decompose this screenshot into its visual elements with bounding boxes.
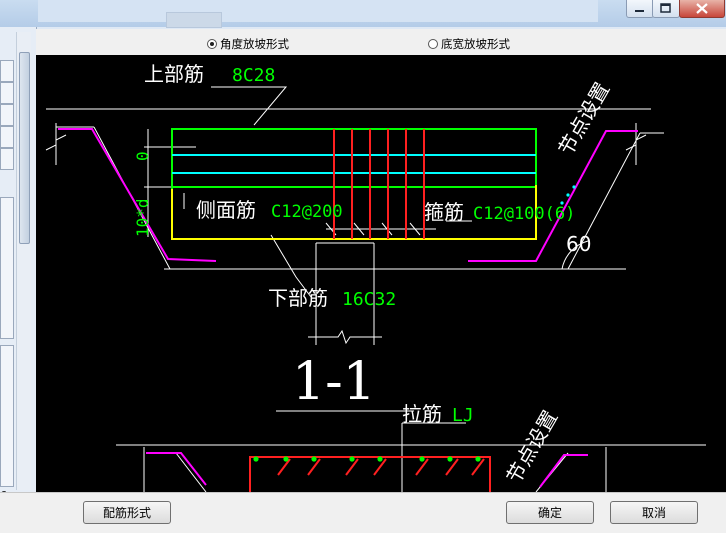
ten-d-label: 10*d: [133, 198, 152, 237]
close-icon: [696, 3, 708, 14]
radio-unselected-icon: [428, 39, 438, 49]
drawing-svg: 上部筋 8C28 节点设置 0 10*d 侧面筋 C12@200 箍筋 C12@…: [45, 62, 706, 492]
top-rebar-leader: [211, 86, 288, 126]
top-rebar-label: 上部筋: [144, 62, 204, 86]
minimize-button[interactable]: [626, 0, 654, 18]
left-panel-cell[interactable]: [0, 82, 14, 104]
lower-right-cover-line: [539, 454, 588, 488]
width-mode-radio[interactable]: 底宽放坡形式: [428, 36, 510, 52]
angle-mode-label: 角度放坡形式: [220, 37, 289, 51]
maximize-button[interactable]: [652, 0, 680, 18]
tie-label: 拉筋: [402, 402, 442, 426]
side-rebar-value: C12@200: [271, 202, 343, 222]
right-cover-line: [468, 130, 638, 262]
left-panel-cell[interactable]: [0, 60, 14, 82]
lower-left-slope: [175, 452, 207, 492]
angle-label: 60: [566, 232, 591, 256]
stirrup-label: 箍筋: [424, 200, 464, 224]
node-setting-label-2: 节点设置: [502, 406, 563, 487]
stirrups: [333, 129, 425, 239]
lower-stirrup-frame: [249, 456, 491, 492]
cover-zero-label: 0: [133, 151, 152, 161]
node-setting-label: 节点设置: [554, 78, 615, 159]
cancel-button[interactable]: 取消: [610, 501, 698, 524]
top-rebar-value: 8C28: [232, 65, 275, 86]
left-panel-cell[interactable]: [0, 148, 14, 170]
rebar-form-button[interactable]: 配筋形式: [83, 501, 171, 524]
title-bar-background: [38, 0, 598, 22]
left-panel-cell[interactable]: [0, 126, 14, 148]
left-panel-cell[interactable]: [0, 104, 14, 126]
ok-button[interactable]: 确定: [506, 501, 594, 524]
left-panel-block[interactable]: [0, 345, 14, 487]
left-scrollbar-thumb[interactable]: [19, 52, 30, 244]
maximize-icon: [660, 3, 671, 13]
slope-mode-options: 角度放坡形式 底宽放坡形式: [36, 29, 726, 55]
title-bar-tab: [166, 12, 222, 28]
left-cover-line: [58, 128, 217, 262]
stirrup-value: C12@100(6): [473, 204, 575, 224]
side-rebar-label: 侧面筋: [196, 198, 256, 222]
minimize-icon: [635, 10, 644, 12]
left-scrollbar[interactable]: [16, 32, 31, 490]
width-mode-label: 底宽放坡形式: [441, 37, 510, 51]
left-panel-block[interactable]: [0, 197, 14, 339]
radio-selected-icon: [207, 39, 217, 49]
angle-mode-radio[interactable]: 角度放坡形式: [207, 36, 289, 52]
bottom-rebar-value: 16C32: [342, 289, 396, 310]
tie-value: LJ: [452, 405, 474, 426]
drawing-canvas: 上部筋 8C28 节点设置 0 10*d 侧面筋 C12@200 箍筋 C12@…: [36, 55, 726, 492]
section-label: 1-1: [292, 352, 376, 412]
close-button[interactable]: [679, 0, 725, 18]
title-bar: [0, 0, 726, 28]
pile-break-symbol: [308, 329, 382, 345]
dialog-footer: 配筋形式 确定 取消: [0, 492, 726, 533]
bottom-rebar-label: 下部筋: [268, 286, 328, 310]
